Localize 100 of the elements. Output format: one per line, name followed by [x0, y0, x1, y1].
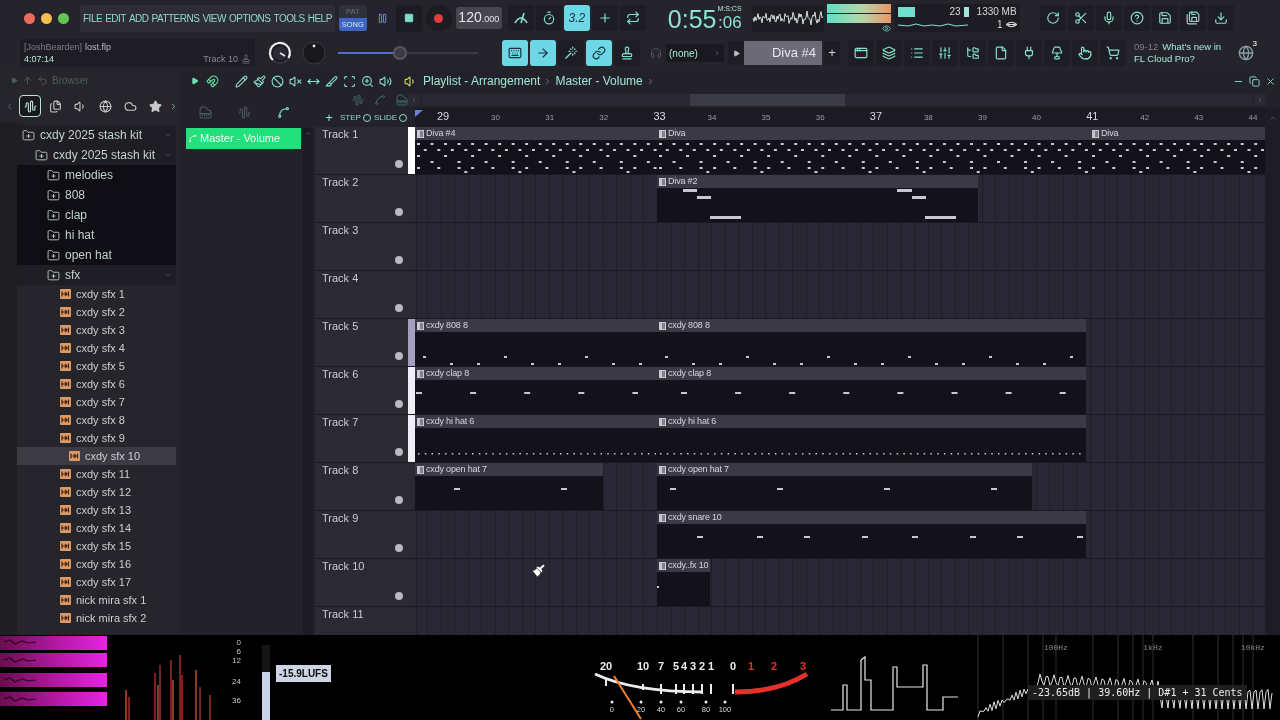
add-pattern-button[interactable]: + — [824, 41, 840, 65]
track-toggle-icon[interactable] — [395, 304, 403, 312]
tree-item[interactable]: cxdy 2025 stash kit — [17, 145, 176, 165]
channel-select[interactable]: (none) — [666, 44, 724, 62]
tree-item[interactable]: 808 — [17, 185, 176, 205]
timer-button[interactable] — [535, 5, 562, 31]
track-lane[interactable]: Diva #4 Diva Diva — [415, 127, 1265, 174]
track-toggle-icon[interactable] — [395, 544, 403, 552]
tree-item[interactable]: cxdy sfx 7 — [17, 393, 176, 411]
channel-rack-button[interactable] — [904, 40, 930, 66]
timeline-ruler[interactable]: 29 30 31 32 33 34 35 36 37 38 39 40 41 42 43 44 — [415, 108, 1265, 127]
microphone-button[interactable] — [1096, 5, 1122, 31]
metronome-button[interactable] — [507, 5, 534, 31]
pause-button[interactable] — [369, 4, 396, 32]
menu-item[interactable]: PATTERNS — [151, 10, 200, 26]
tree-item[interactable]: cxdy sfx 5 — [17, 357, 176, 375]
clip[interactable]: cxdy open hat 7 — [415, 463, 603, 510]
track-lane[interactable]: cxdy clap 8 cxdy clap 8 — [415, 367, 1265, 414]
track-toggle-icon[interactable] — [395, 448, 403, 456]
tree-item[interactable]: cxdy sfx 12 — [17, 483, 176, 501]
tree-item[interactable]: cxdy sfx 17 — [17, 573, 176, 591]
export-button[interactable] — [1208, 5, 1234, 31]
wand-button[interactable] — [558, 40, 584, 66]
pattern-select[interactable]: Diva #4 — [744, 41, 822, 65]
tree-item[interactable]: cxdy sfx 16 — [17, 555, 176, 573]
paintbrush-icon[interactable] — [253, 74, 266, 88]
menu-item[interactable]: HELP — [307, 10, 332, 26]
tempo-field[interactable]: 120.000 — [455, 7, 502, 29]
tree-item[interactable]: cxdy sfx 15 — [17, 537, 176, 555]
save-as-button[interactable] — [1180, 5, 1206, 31]
track-lane[interactable]: Diva #2 — [415, 175, 1265, 222]
no-entry-icon[interactable] — [271, 74, 284, 88]
file-button[interactable] — [988, 40, 1014, 66]
clip[interactable]: cxdy clap 8 — [415, 367, 657, 414]
lamp-button[interactable] — [1044, 40, 1070, 66]
clip[interactable]: cxdy open hat 7 — [657, 463, 1032, 510]
news-item[interactable]: 09-12 What's new in FL Cloud Pro? — [1134, 41, 1234, 65]
browser-button[interactable] — [960, 40, 986, 66]
overdub-button[interactable] — [591, 5, 618, 31]
tree-item[interactable]: cxdy sfx 10 — [17, 447, 176, 465]
track-toggle-icon[interactable] — [395, 160, 403, 168]
pencil-icon[interactable] — [235, 74, 248, 88]
tree-item[interactable]: open hat — [17, 245, 176, 265]
track-lane[interactable]: cxdy snare 10 — [415, 511, 1265, 558]
close-button[interactable] — [24, 12, 35, 24]
tree-item[interactable]: cxdy sfx 1 — [17, 285, 176, 303]
playlist-button[interactable] — [848, 40, 874, 66]
tree-item[interactable]: melodies — [17, 165, 176, 185]
tree-item[interactable]: cxdy sfx 11 — [17, 465, 176, 483]
clip[interactable]: Diva #2 — [657, 175, 978, 222]
track-toggle-icon[interactable] — [395, 208, 403, 216]
loop-record-button[interactable] — [619, 5, 646, 31]
automation-curve-icon[interactable] — [277, 105, 290, 119]
track-toggle-icon[interactable] — [395, 352, 403, 360]
record-button[interactable] — [425, 5, 452, 31]
maximize-button[interactable] — [58, 12, 69, 24]
track-toggle-icon[interactable] — [395, 256, 403, 264]
track-lane[interactable]: cxdy..fx 10 — [415, 559, 1265, 606]
add-track-button[interactable]: + — [323, 111, 335, 124]
scroll-left-icon[interactable] — [5, 101, 14, 111]
globe-icon[interactable] — [1238, 45, 1254, 61]
vertical-scrollbar[interactable] — [303, 128, 313, 635]
knife-icon[interactable] — [325, 74, 338, 88]
clip[interactable]: Diva #4 — [415, 127, 657, 174]
link-button[interactable] — [586, 40, 612, 66]
menu-item[interactable]: FILE — [83, 10, 103, 26]
tree-item[interactable]: cxdy 2025 stash kit — [17, 125, 176, 145]
clip[interactable]: cxdy snare 10 — [657, 511, 1086, 558]
layers-button[interactable] — [876, 40, 902, 66]
clip[interactable]: cxdy hi hat 6 — [657, 415, 1086, 462]
tree-item[interactable]: cxdy sfx 14 — [17, 519, 176, 537]
browser-tab[interactable] — [19, 95, 41, 117]
countdown-button[interactable]: 3.2 — [563, 5, 590, 31]
magnet-icon[interactable] — [206, 74, 219, 88]
help-button[interactable] — [1124, 5, 1150, 31]
vertical-scrollbar[interactable] — [1265, 108, 1280, 635]
slider-thumb[interactable] — [392, 46, 407, 60]
clip[interactable]: Diva — [657, 127, 1090, 174]
mute-icon[interactable] — [289, 74, 302, 88]
clip[interactable]: Diva — [1090, 127, 1265, 174]
cut-button[interactable] — [1068, 5, 1094, 31]
cart-button[interactable] — [1100, 40, 1126, 66]
minimize-button[interactable] — [41, 12, 52, 24]
track-lane[interactable]: cxdy open hat 7 cxdy open hat 7 — [415, 463, 1265, 510]
tree-item[interactable]: hi hat — [17, 225, 176, 245]
restore-icon[interactable] — [1249, 75, 1260, 87]
tree-item[interactable]: cxdy sfx 4 — [17, 339, 176, 357]
plugin-button[interactable] — [1016, 40, 1042, 66]
tree-item[interactable]: cxdy sfx 3 — [17, 321, 176, 339]
track-toggle-icon[interactable] — [395, 496, 403, 504]
typing-keyboard-button[interactable] — [502, 40, 528, 66]
menu-item[interactable]: OPTIONS — [228, 10, 271, 26]
save-button[interactable] — [1152, 5, 1178, 31]
tree-item[interactable]: cxdy sfx 9 — [17, 429, 176, 447]
menu-arrow-icon[interactable] — [191, 77, 199, 85]
track-lane[interactable]: cxdy hi hat 6 cxdy hi hat 6 — [415, 415, 1265, 462]
playhead-marker-icon[interactable] — [415, 110, 423, 117]
zoom-icon[interactable] — [361, 74, 374, 88]
clip[interactable]: cxdy..fx 10 — [657, 559, 710, 606]
menu-item[interactable]: ADD — [128, 10, 149, 26]
